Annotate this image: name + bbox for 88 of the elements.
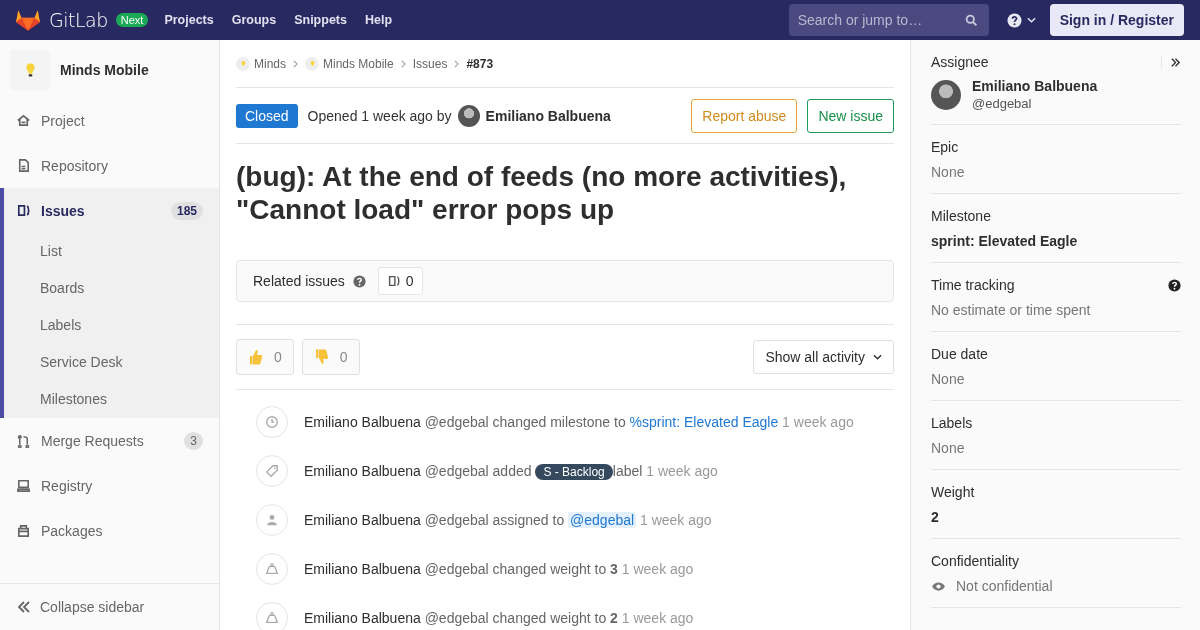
nav-link[interactable]: Help <box>364 13 393 27</box>
clock-icon <box>256 405 288 438</box>
breadcrumb-link[interactable]: #873 <box>466 56 494 71</box>
nav-link[interactable]: Snippets <box>294 13 347 27</box>
caret-icon <box>873 354 882 360</box>
activity-text: Emiliano Balbuena @edgebal changed milestone to %sprint: Elevated Eagle 1 week ago <box>304 413 854 430</box>
caret-icon <box>1026 17 1036 23</box>
fox-logo-icon[interactable] <box>15 8 41 32</box>
sidebar-item[interactable]: Project <box>0 98 219 143</box>
lightbulb-icon <box>10 50 50 90</box>
next-badge: Next <box>115 13 149 27</box>
sidebar-block-value: sprint: Elevated Eagle <box>931 233 1078 249</box>
expand-icon[interactable] <box>1161 56 1181 68</box>
sidebar-item[interactable]: Merge Requests 3 <box>0 418 219 463</box>
user-icon <box>256 503 288 536</box>
sidebar-block-value: No estimate or time spent <box>931 302 1091 318</box>
sidebar-item[interactable]: Registry <box>0 463 219 508</box>
thumbs-down-icon <box>313 348 330 366</box>
computer-icon <box>16 478 31 493</box>
new-issue-button[interactable]: New issue <box>807 98 894 133</box>
project-name[interactable]: Minds Mobile <box>60 62 149 78</box>
issue-title: (bug): At the end of feeds (no more activities), "Cannot load" error pops up <box>236 160 848 226</box>
nav-link[interactable]: Groups <box>231 13 277 27</box>
search-field[interactable]: Search or jump to… <box>788 4 989 36</box>
sidebar-item[interactable]: Repository <box>0 143 219 188</box>
activity-text: Emiliano Balbuena @edgebal added S - Backlog label 1 week ago <box>304 462 718 479</box>
weight-icon <box>256 601 288 630</box>
sign-in-button[interactable]: Sign in / Register <box>1049 4 1184 36</box>
breadcrumb-link[interactable]: Minds <box>254 56 286 71</box>
tag-icon <box>256 454 288 487</box>
merge-request-icon <box>16 433 31 448</box>
assignee-handle: @edgebal <box>972 96 1033 111</box>
author-link[interactable]: Emiliano Balbuena <box>485 107 611 124</box>
thumbs-up-icon <box>248 348 264 366</box>
user-mention-link[interactable]: @edgebal <box>568 511 637 528</box>
sidebar-block-label: Due date <box>931 346 988 362</box>
issues-icon <box>16 203 31 218</box>
brand-name[interactable]: GitLab <box>49 9 108 31</box>
sidebar-subitem[interactable]: Labels <box>4 307 219 344</box>
activity-filter-dropdown[interactable]: Show all activity <box>753 340 894 374</box>
chevron-icon <box>454 59 460 68</box>
sidebar-block-value: 2 <box>931 509 939 525</box>
chevron-icon <box>293 59 298 68</box>
opened-text: Opened 1 week ago by <box>307 107 452 124</box>
help-dropdown[interactable] <box>1006 12 1036 28</box>
sidebar-subitem[interactable]: Milestones <box>4 381 219 418</box>
label-badge[interactable]: S - Backlog <box>535 463 613 480</box>
sidebar-block-label: Confidentiality <box>931 553 1019 569</box>
related-count: 0 <box>377 267 423 295</box>
assignee-label: Assignee <box>931 54 989 70</box>
help-icon[interactable] <box>1168 278 1181 292</box>
assignee-name[interactable]: Emiliano Balbuena <box>972 78 1098 94</box>
sidebar-subitem[interactable]: Service Desk <box>4 344 219 381</box>
sidebar-subitem[interactable]: Boards <box>4 270 219 307</box>
sidebar-block-label: Milestone <box>931 208 991 224</box>
breadcrumb-link[interactable]: Issues <box>412 56 448 71</box>
sidebar-item[interactable]: Packages <box>0 508 219 553</box>
activity-text: Emiliano Balbuena @edgebal assigned to @edgebal 1 week ago <box>304 511 712 528</box>
sidebar-subitem[interactable]: List <box>4 233 219 270</box>
related-issues-label: Related issues <box>253 273 345 289</box>
chevron-icon <box>400 59 406 68</box>
sidebar-block-value: None <box>931 440 965 456</box>
sidebar-block-label: Labels <box>931 415 973 431</box>
sidebar-block-value: Not confidential <box>956 578 1053 594</box>
avatar-icon <box>931 79 961 110</box>
sidebar-item[interactable]: Issues 185 <box>4 188 219 233</box>
breadcrumb-link[interactable]: Minds Mobile <box>323 56 394 71</box>
issues-icon <box>386 274 401 288</box>
status-badge: Closed <box>236 103 298 128</box>
reaction-button[interactable]: 0 <box>301 339 360 375</box>
search-icon <box>964 14 978 27</box>
double-chevron-icon <box>16 599 32 615</box>
package-icon <box>16 523 31 538</box>
document-icon <box>16 158 31 173</box>
activity-text: Emiliano Balbuena @edgebal changed weight to 2 1 week ago <box>304 609 694 626</box>
nav-link[interactable]: Projects <box>164 13 214 27</box>
reaction-button[interactable]: 0 <box>236 339 294 375</box>
avatar-icon <box>457 104 480 127</box>
eye-icon <box>931 580 946 592</box>
sidebar-block-label: Time tracking <box>931 277 1015 293</box>
weight-icon <box>256 552 288 585</box>
sidebar-block-label: Epic <box>931 139 959 155</box>
sidebar-block-value: None <box>931 164 965 180</box>
sidebar-block-label: Weight <box>931 484 975 500</box>
activity-text: Emiliano Balbuena @edgebal changed weight to 3 1 week ago <box>304 560 694 577</box>
milestone-link[interactable]: %sprint: Elevated Eagle <box>629 413 779 430</box>
house-icon <box>16 113 31 128</box>
sidebar-block-value: None <box>931 371 965 387</box>
